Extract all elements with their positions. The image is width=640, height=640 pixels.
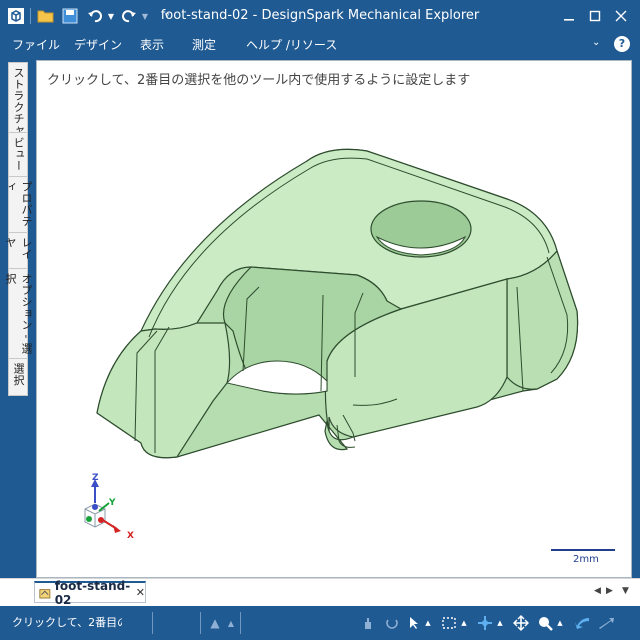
redo-dropdown-icon[interactable]: ▼ bbox=[140, 6, 150, 26]
save-icon[interactable] bbox=[60, 6, 80, 26]
ribbon-collapse-icon[interactable]: ⌄ bbox=[592, 37, 600, 48]
side-tab-layers[interactable]: レイヤ bbox=[4, 232, 33, 270]
side-tab-properties[interactable]: プロパティ bbox=[4, 176, 33, 234]
close-window-icon[interactable] bbox=[610, 6, 632, 26]
side-tab-label: プロパティ bbox=[4, 181, 33, 227]
side-tab-view[interactable]: ビュー bbox=[8, 132, 28, 178]
document-tab-bar: foot-stand-02 ✕ ◀ ▶ ▼ bbox=[0, 578, 640, 607]
design-viewport[interactable]: クリックして、2番目の選択を他のツール内で使用するように設定します Z Y X … bbox=[36, 60, 632, 578]
side-tab-options-select[interactable]: オプション - 選択 bbox=[4, 268, 33, 360]
side-tab-select[interactable]: 選択 bbox=[8, 358, 28, 396]
previous-view-icon[interactable] bbox=[572, 615, 592, 631]
tab-scroll-left-icon[interactable]: ◀ bbox=[594, 586, 601, 596]
scale-bar bbox=[551, 549, 615, 551]
zoom-dropdown-icon[interactable]: ▲ bbox=[556, 615, 564, 631]
document-tab-label: foot-stand-02 bbox=[54, 578, 131, 607]
scale-bar-label: 2mm bbox=[573, 554, 599, 565]
undo-dropdown-icon[interactable]: ▼ bbox=[106, 6, 116, 26]
box-select-icon[interactable] bbox=[440, 615, 458, 631]
axis-triad bbox=[84, 479, 121, 533]
side-tab-label: 選択 bbox=[12, 363, 25, 386]
rotate-select-icon[interactable] bbox=[384, 615, 400, 631]
side-tab-label: レイヤ bbox=[4, 237, 33, 260]
axis-label-z: Z bbox=[92, 473, 99, 483]
select-mode-dropdown-icon[interactable]: ▲ bbox=[424, 615, 432, 631]
warning-dropdown-icon[interactable]: ▲ bbox=[226, 615, 236, 631]
document-icon bbox=[39, 588, 51, 598]
axis-label-x: X bbox=[127, 531, 134, 541]
side-tab-label: ビュー bbox=[12, 137, 25, 172]
pan-icon[interactable] bbox=[512, 615, 530, 631]
app-window: ▼ ▼ ▿ foot-stand-02 - DesignSpark Mechan… bbox=[0, 0, 640, 640]
next-view-icon[interactable] bbox=[596, 615, 616, 631]
tab-scroll-right-icon[interactable]: ▶ bbox=[606, 586, 613, 596]
minimize-icon[interactable] bbox=[558, 6, 580, 26]
customize-toolbar-icon[interactable]: ▿ bbox=[160, 6, 174, 26]
zoom-icon[interactable] bbox=[536, 615, 554, 631]
status-bar: クリックして、2番目の選択 ▲ ▲ ▲ ▲ ▲ ▲ bbox=[0, 606, 640, 640]
app-logo-icon[interactable] bbox=[6, 6, 26, 26]
view-orient-dropdown-icon[interactable]: ▲ bbox=[496, 615, 504, 631]
axis-label-y: Y bbox=[109, 498, 116, 508]
qa-separator bbox=[30, 8, 31, 24]
menu-file[interactable]: ファイル bbox=[12, 36, 60, 53]
select-arrow-icon[interactable] bbox=[406, 615, 422, 631]
open-folder-icon[interactable] bbox=[36, 6, 56, 26]
side-panel-tabs: ストラクチャー ビュー プロパティ レイヤ オプション - 選択 選択 bbox=[0, 56, 36, 578]
maximize-icon[interactable] bbox=[584, 6, 606, 26]
status-separator bbox=[152, 612, 153, 634]
view-orient-icon[interactable] bbox=[476, 615, 494, 631]
side-tab-label: オプション - 選択 bbox=[4, 273, 33, 355]
tab-list-icon[interactable]: ▼ bbox=[622, 586, 629, 596]
help-icon[interactable]: ? bbox=[614, 36, 630, 52]
title-bar: ▼ ▼ ▿ foot-stand-02 - DesignSpark Mechan… bbox=[0, 0, 640, 32]
document-tab[interactable]: foot-stand-02 ✕ bbox=[34, 579, 146, 607]
redo-icon[interactable] bbox=[120, 6, 138, 26]
status-separator bbox=[240, 612, 241, 634]
warning-icon[interactable]: ▲ bbox=[206, 615, 224, 631]
hand-select-icon[interactable] bbox=[360, 615, 376, 631]
status-message: クリックして、2番目の選択 bbox=[12, 616, 122, 629]
menu-bar: ファイル デザイン 表示 測定 ヘルプ /リソース ⌄ ? bbox=[0, 32, 640, 56]
status-separator bbox=[200, 612, 201, 634]
menu-view[interactable]: 表示 bbox=[140, 36, 164, 53]
close-tab-icon[interactable]: ✕ bbox=[136, 586, 145, 599]
menu-measure[interactable]: 測定 bbox=[192, 36, 216, 53]
menu-design[interactable]: デザイン bbox=[74, 36, 122, 53]
undo-icon[interactable] bbox=[86, 6, 104, 26]
menu-help-resources[interactable]: ヘルプ /リソース bbox=[246, 36, 337, 53]
box-select-dropdown-icon[interactable]: ▲ bbox=[460, 615, 468, 631]
